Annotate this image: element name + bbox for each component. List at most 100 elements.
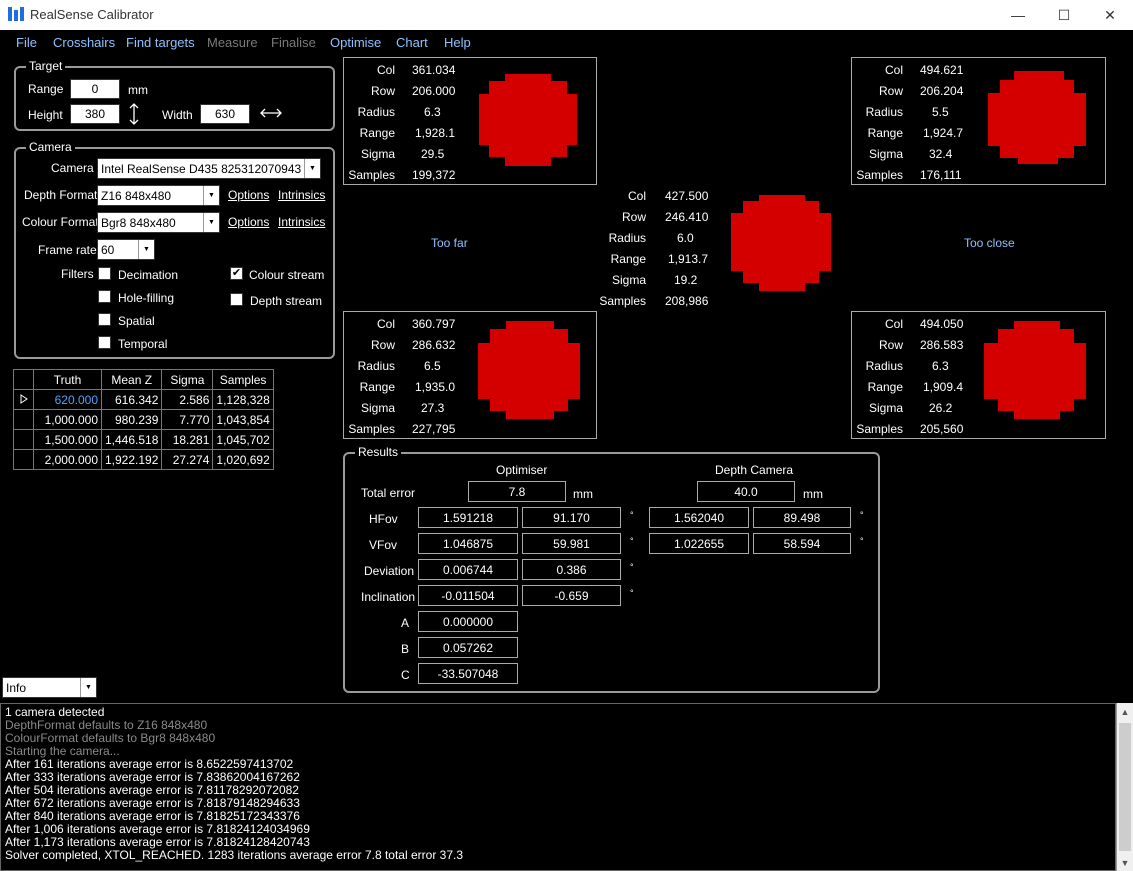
table-row[interactable]: 1,000.000 980.239 7.770 1,043,854 [13, 409, 274, 430]
frame-rate-label: Frame rate [38, 243, 97, 257]
height-input[interactable]: 380 [70, 104, 120, 124]
sigma-value: 27.3 [421, 401, 445, 415]
hfov-optimiser-deg: 91.170 [522, 507, 621, 528]
radius-value: 5.5 [932, 105, 949, 119]
degree-symbol: ° [630, 562, 634, 572]
row-label: Row [878, 84, 903, 98]
range-value: 1,924.7 [923, 126, 964, 140]
scroll-thumb[interactable] [1119, 723, 1131, 851]
inclination-label: Inclination [361, 590, 416, 604]
menu-crosshairs[interactable]: Crosshairs [53, 35, 115, 50]
menu-measure[interactable]: Measure [207, 35, 258, 50]
table-row[interactable]: 2,000.000 1,922.192 27.274 1,020,692 [13, 449, 274, 470]
sigma-value: 26.2 [929, 401, 953, 415]
mean-z-cell: 980.239 [100, 409, 163, 430]
decimation-checkbox[interactable] [98, 267, 111, 280]
hfov-camera-rad: 1.562040 [649, 507, 749, 528]
samples-header: Samples [212, 369, 274, 390]
truth-table: Truth Mean Z Sigma Samples 620.000 616.3… [13, 369, 274, 470]
target-blob-image [984, 321, 1086, 419]
range-value: 1,913.7 [668, 252, 709, 266]
menu-finalise[interactable]: Finalise [271, 35, 316, 50]
row-value: 206.000 [412, 84, 456, 98]
camera-select[interactable]: Intel RealSense D435 825312070943 ▼ [97, 158, 321, 179]
samples-label: Samples [348, 422, 395, 436]
range-input[interactable]: 0 [70, 79, 120, 99]
col-label: Col [376, 63, 395, 77]
target-panel-top-right: Col Row Radius Range Sigma Samples 494.6… [851, 57, 1106, 185]
c-label: C [401, 668, 410, 682]
menu-chart[interactable]: Chart [396, 35, 428, 50]
spatial-checkbox[interactable] [98, 313, 111, 326]
total-error-label: Total error [361, 486, 416, 500]
depth-options-link[interactable]: Options [228, 188, 269, 202]
table-row[interactable]: 1,500.000 1,446.518 18.281 1,045,702 [13, 429, 274, 450]
truth-cell[interactable]: 2,000.000 [33, 449, 102, 470]
window-title: RealSense Calibrator [30, 7, 154, 22]
samples-cell: 1,043,854 [212, 409, 274, 430]
colour-format-select[interactable]: Bgr8 848x480 ▼ [97, 212, 220, 233]
inclination-rad: -0.011504 [418, 585, 518, 606]
sigma-cell: 18.281 [161, 429, 214, 450]
total-error-optimiser: 7.8 [468, 481, 566, 502]
menu-file[interactable]: File [16, 35, 37, 50]
chevron-down-icon: ▼ [80, 678, 96, 697]
menu-find-targets[interactable]: Find targets [126, 35, 195, 50]
col-label: Col [376, 317, 395, 331]
vfov-camera-deg: 58.594 [753, 533, 851, 554]
colour-stream-label: Colour stream [249, 268, 325, 282]
range-label: Range [867, 380, 903, 394]
vertical-arrows-icon [129, 103, 139, 125]
frame-rate-select[interactable]: 60 ▼ [97, 239, 155, 260]
width-input[interactable]: 630 [200, 104, 250, 124]
vfov-label: VFov [369, 538, 398, 552]
degree-symbol: ° [630, 588, 634, 598]
colour-stream-checkbox[interactable]: ✔ [230, 267, 243, 280]
row-label: Row [370, 84, 395, 98]
log-output[interactable]: 1 camera detected DepthFormat defaults t… [0, 703, 1116, 871]
temporal-checkbox[interactable] [98, 336, 111, 349]
range-value: 1,935.0 [415, 380, 456, 394]
minimize-button[interactable]: — [995, 0, 1041, 30]
truth-cell[interactable]: 1,000.000 [33, 409, 102, 430]
samples-label: Samples [856, 168, 903, 182]
log-level-select[interactable]: Info ▼ [2, 677, 97, 698]
mean-z-cell: 616.342 [100, 389, 163, 410]
radius-value: 6.3 [932, 359, 949, 373]
close-button[interactable]: ✕ [1087, 0, 1133, 30]
target-blob-image [478, 321, 580, 419]
table-row[interactable]: 620.000 616.342 2.586 1,128,328 [13, 389, 274, 410]
scroll-down-icon[interactable]: ▼ [1117, 854, 1133, 871]
camera-group-title: Camera [26, 140, 75, 154]
hole-filling-checkbox[interactable] [98, 290, 111, 303]
camera-label: Camera [51, 161, 94, 175]
colour-intrinsics-link[interactable]: Intrinsics [278, 215, 325, 229]
width-label: Width [162, 108, 193, 122]
frame-rate-value: 60 [101, 242, 115, 257]
depth-format-select[interactable]: Z16 848x480 ▼ [97, 185, 220, 206]
colour-options-link[interactable]: Options [228, 215, 269, 229]
b-value: 0.057262 [418, 637, 518, 658]
log-scrollbar[interactable]: ▲ ▼ [1116, 703, 1133, 871]
log-line: Solver completed, XTOL_REACHED. 1283 ite… [5, 848, 464, 862]
samples-value: 176,111 [920, 168, 962, 182]
inclination-deg: -0.659 [522, 585, 621, 606]
menu-help[interactable]: Help [444, 35, 471, 50]
truth-cell[interactable]: 620.000 [33, 389, 102, 410]
depth-format-value: Z16 848x480 [101, 188, 172, 203]
col-label: Col [884, 63, 903, 77]
radius-label: Radius [357, 359, 395, 373]
truth-cell[interactable]: 1,500.000 [33, 429, 102, 450]
maximize-button[interactable]: ☐ [1041, 0, 1087, 30]
degree-symbol: ° [860, 536, 864, 546]
col-value: 361.034 [412, 63, 456, 77]
row-value: 286.583 [920, 338, 964, 352]
depth-intrinsics-link[interactable]: Intrinsics [278, 188, 325, 202]
scroll-up-icon[interactable]: ▲ [1117, 703, 1133, 720]
sigma-cell: 2.586 [161, 389, 214, 410]
depth-stream-checkbox[interactable] [230, 293, 243, 306]
range-unit: mm [128, 83, 148, 97]
row-label: Row [878, 338, 903, 352]
menu-optimise[interactable]: Optimise [330, 35, 381, 50]
sigma-value: 29.5 [421, 147, 445, 161]
